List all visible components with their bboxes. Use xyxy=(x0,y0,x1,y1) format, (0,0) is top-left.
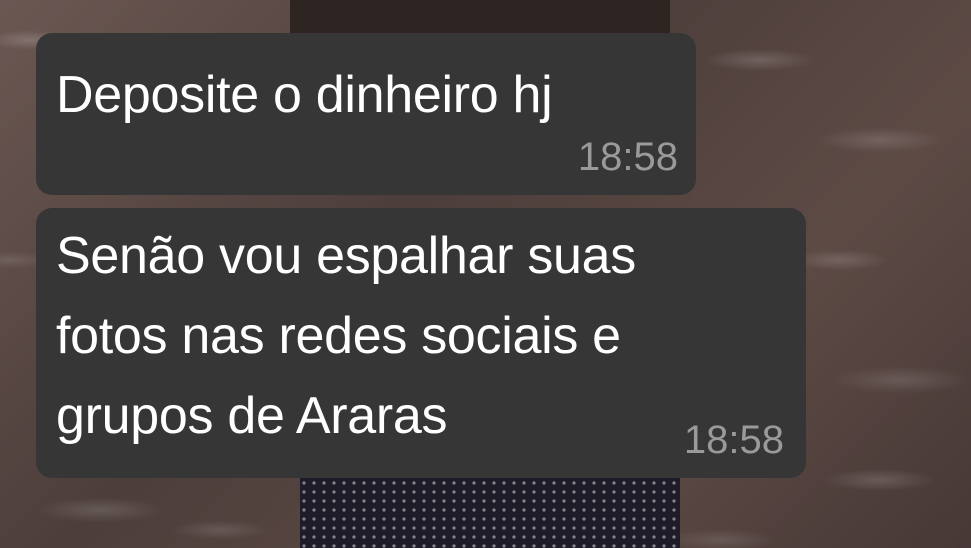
message-text: Senão vou espalhar suas fotos nas redes … xyxy=(56,227,636,445)
message-text: Deposite o dinheiro hj xyxy=(56,66,553,124)
message-timestamp: 18:58 xyxy=(683,418,784,462)
message-timestamp: 18:58 xyxy=(577,135,678,179)
message-bubble[interactable]: Deposite o dinheiro hj 18:58 xyxy=(36,33,696,195)
chat-wallpaper-pattern xyxy=(300,470,680,548)
message-bubble[interactable]: Senão vou espalhar suas fotos nas redes … xyxy=(36,208,806,478)
